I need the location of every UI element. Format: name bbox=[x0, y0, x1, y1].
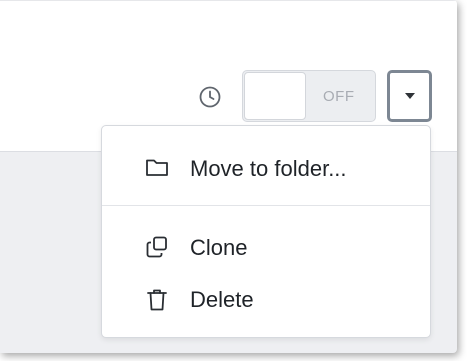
app-window: OFF Move to folder... Clone Delete bbox=[0, 0, 457, 353]
menu-item-move-to-folder[interactable]: Move to folder... bbox=[102, 144, 430, 194]
menu-item-clone[interactable]: Clone bbox=[102, 224, 430, 274]
menu-item-label: Clone bbox=[190, 235, 248, 260]
menu-item-delete[interactable]: Delete bbox=[102, 276, 430, 326]
menu-item-label: Delete bbox=[190, 287, 254, 312]
menu-item-label: Move to folder... bbox=[190, 156, 347, 181]
more-actions-dropdown-button[interactable] bbox=[387, 70, 432, 122]
clone-icon bbox=[144, 234, 170, 260]
trash-icon bbox=[144, 287, 170, 313]
menu-divider bbox=[102, 205, 430, 206]
folder-icon bbox=[144, 154, 170, 180]
caret-down-icon bbox=[405, 93, 415, 99]
enable-toggle[interactable]: OFF bbox=[242, 70, 376, 122]
toggle-knob[interactable] bbox=[244, 72, 306, 120]
actions-menu: Move to folder... Clone Delete bbox=[101, 125, 431, 338]
clock-icon[interactable] bbox=[198, 85, 222, 109]
toggle-state-label: OFF bbox=[323, 88, 355, 105]
